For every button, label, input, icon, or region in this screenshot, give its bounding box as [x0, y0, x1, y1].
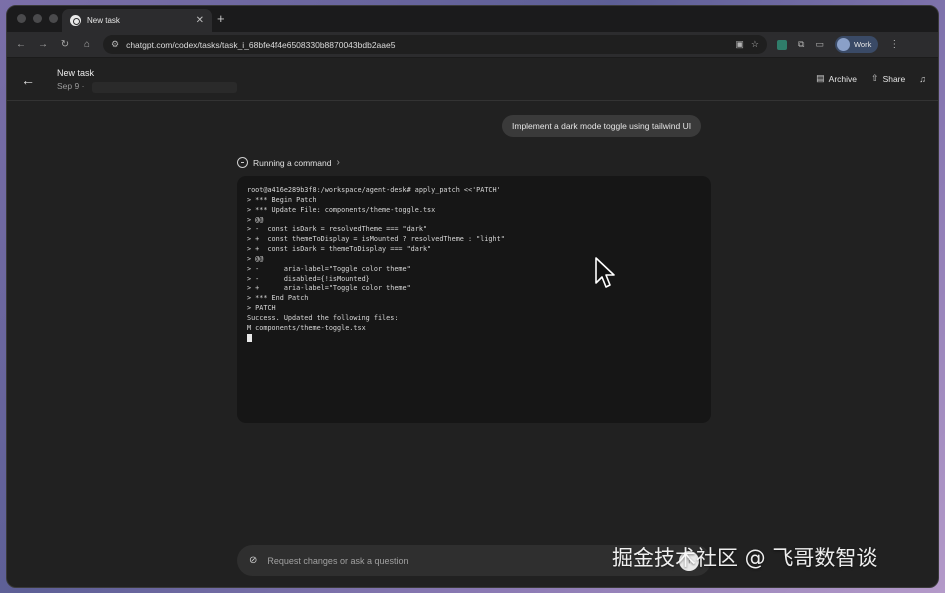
- chevron-right-icon: ›: [336, 157, 340, 168]
- terminal-cursor-line: [247, 333, 701, 344]
- terminal-line: > - aria-label="Toggle color theme": [247, 264, 411, 273]
- terminal-line: > - const isDark = resolvedTheme === "da…: [247, 225, 428, 234]
- archive-button[interactable]: ▤ Archive: [816, 73, 857, 84]
- back-arrow-icon[interactable]: ←: [15, 39, 27, 50]
- status-label: Running a command: [253, 157, 332, 168]
- terminal-line: > - disabled={!isMounted}: [247, 274, 370, 283]
- mouse-cursor-icon: [595, 257, 615, 288]
- reload-icon[interactable]: ↻: [59, 39, 71, 50]
- puzzle-extensions-icon[interactable]: ⧉: [798, 39, 804, 50]
- redacted-repo-info: [92, 82, 237, 93]
- terminal-icon: [237, 157, 248, 168]
- browser-toolbar: ← → ↻ ⌂ ⚙ chatgpt.com/codex/tasks/task_i…: [7, 32, 938, 58]
- watermark-text: 掘金技术社区 @ 飞哥数智谈: [612, 546, 878, 570]
- terminal-line: > + const isDark = themeToDisplay === "d…: [247, 245, 432, 254]
- address-bar[interactable]: ⚙ chatgpt.com/codex/tasks/task_i_68bfe4f…: [103, 35, 767, 54]
- terminal-line: > + aria-label="Toggle color theme": [247, 284, 411, 293]
- browser-window: New task ✕ + ← → ↻ ⌂ ⚙ chatgpt.com/codex…: [6, 5, 939, 588]
- terminal-output: root@a416e289b3f8:/workspace/agent-desk#…: [237, 176, 711, 423]
- share-label: Share: [882, 73, 906, 84]
- terminal-line: Success. Updated the following files:: [247, 313, 399, 322]
- openai-favicon-icon: [70, 15, 81, 26]
- extensions-area: ⧉ ▭ Work ⋮: [777, 36, 899, 53]
- user-message-bubble: Implement a dark mode toggle using tailw…: [502, 115, 702, 137]
- close-tab-icon[interactable]: ✕: [196, 15, 204, 26]
- tab-title: New task: [87, 16, 120, 25]
- terminal-line: > *** End Patch: [247, 294, 309, 303]
- share-button[interactable]: ⇧ Share: [871, 73, 905, 84]
- new-tab-button[interactable]: +: [217, 11, 225, 26]
- terminal-line: root@a416e289b3f8:/workspace/agent-desk#…: [247, 186, 501, 194]
- attach-paperclip-icon[interactable]: ⊘: [249, 555, 257, 566]
- terminal-line: > + const themeToDisplay = isMounted ? r…: [247, 235, 505, 244]
- extension-icon[interactable]: [777, 39, 787, 50]
- back-arrow-icon[interactable]: ←: [21, 72, 35, 88]
- tab-strip: New task ✕ +: [7, 6, 938, 32]
- install-app-icon[interactable]: ▣: [735, 39, 744, 50]
- notification-bell-icon[interactable]: ♫: [919, 74, 926, 84]
- share-icon: ⇧: [871, 73, 879, 83]
- command-status[interactable]: Running a command ›: [237, 157, 340, 168]
- terminal-line: > @@: [247, 254, 264, 263]
- page-title: New task: [57, 68, 95, 78]
- terminal-line: > *** Begin Patch: [247, 195, 317, 204]
- home-icon[interactable]: ⌂: [81, 39, 93, 50]
- task-header: ← New task Sep 9 · ▤ Archive ⇧ Share ♫: [7, 59, 938, 101]
- terminal-line: > *** Update File: components/theme-togg…: [247, 205, 436, 214]
- terminal-line: > PATCH: [247, 304, 276, 313]
- forward-arrow-icon[interactable]: →: [37, 39, 49, 50]
- header-actions: ▤ Archive ⇧ Share ♫: [816, 73, 926, 84]
- close-window-button[interactable]: [17, 14, 26, 23]
- terminal-line: > @@: [247, 215, 264, 224]
- window-controls: [17, 14, 58, 23]
- tab-new-task[interactable]: New task ✕: [62, 9, 212, 32]
- archive-icon: ▤: [816, 73, 825, 83]
- url-text[interactable]: chatgpt.com/codex/tasks/task_i_68bfe4f4e…: [126, 40, 728, 50]
- request-input[interactable]: [267, 555, 669, 566]
- site-info-icon[interactable]: ⚙: [111, 39, 119, 50]
- terminal-cursor: [247, 333, 252, 342]
- profile-label: Work: [853, 40, 872, 49]
- terminal-line: M components/theme-toggle.tsx: [247, 323, 366, 332]
- more-menu-icon[interactable]: ⋮: [889, 39, 899, 50]
- minimize-window-button[interactable]: [33, 14, 42, 23]
- side-panel-icon[interactable]: ▭: [815, 39, 824, 50]
- avatar: [836, 38, 850, 51]
- maximize-window-button[interactable]: [49, 14, 58, 23]
- task-date: Sep 9 ·: [57, 81, 85, 91]
- bookmark-star-icon[interactable]: ☆: [751, 39, 759, 50]
- archive-label: Archive: [828, 73, 858, 84]
- profile-button[interactable]: Work: [834, 36, 879, 53]
